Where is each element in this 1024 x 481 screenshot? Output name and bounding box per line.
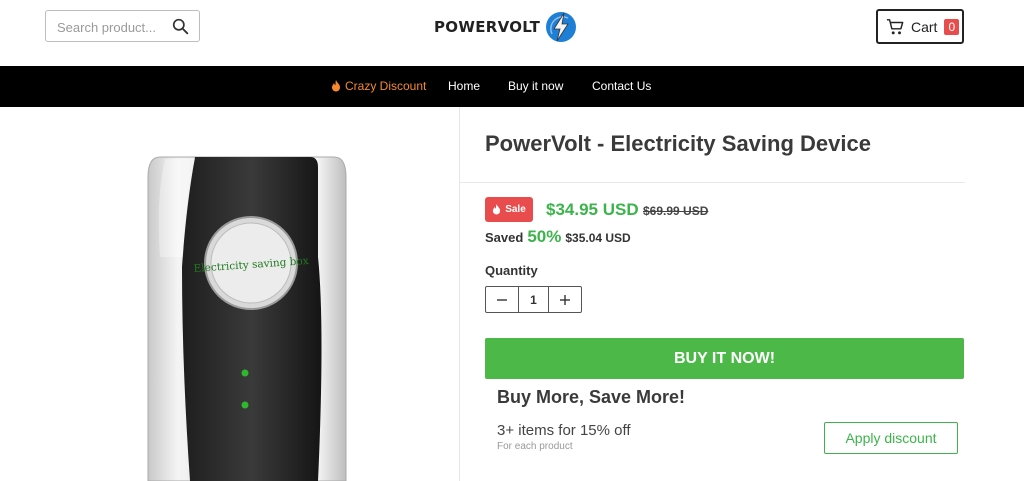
bundle-title: Buy More, Save More! xyxy=(497,387,686,407)
title-divider xyxy=(460,182,965,183)
site-logo[interactable]: POWERVOLT xyxy=(434,8,578,46)
quantity-decrement-button[interactable] xyxy=(486,287,518,312)
fire-icon xyxy=(493,204,501,215)
quantity-label: Quantity xyxy=(485,263,538,278)
site-header: POWERVOLT Cart 0 xyxy=(0,0,1024,66)
current-price: $34.95 USD xyxy=(546,200,639,219)
column-divider xyxy=(459,107,460,481)
search-input[interactable] xyxy=(57,17,167,37)
buy-it-now-button[interactable]: BUY IT NOW! xyxy=(485,338,964,379)
quantity-stepper: 1 xyxy=(485,286,582,313)
nav-item-home[interactable]: Home xyxy=(448,79,480,93)
product-title: PowerVolt - Electricity Saving Device xyxy=(485,131,871,156)
cart-button[interactable]: Cart 0 xyxy=(876,9,964,44)
product-image[interactable]: Electricity saving box xyxy=(0,107,460,481)
main-nav: Crazy Discount Home Buy it now Contact U… xyxy=(0,66,1024,107)
nav-item-buy-it-now[interactable]: Buy it now xyxy=(508,79,563,93)
cart-count-badge: 0 xyxy=(944,18,960,35)
minus-icon xyxy=(497,298,507,301)
saved-label: Saved xyxy=(485,230,524,245)
saved-amount: $35.04 USD xyxy=(565,231,631,245)
bundle-offer-subtext: For each product xyxy=(497,441,573,452)
search-box[interactable] xyxy=(45,10,200,42)
logo-text: POWERVOLT xyxy=(434,18,541,36)
original-price: $69.99 USD xyxy=(643,204,709,218)
plus-icon xyxy=(560,294,570,305)
quantity-input[interactable]: 1 xyxy=(518,287,549,312)
sale-badge-label: Sale xyxy=(505,204,526,215)
sale-badge: Sale xyxy=(485,197,533,222)
quantity-increment-button[interactable] xyxy=(549,287,581,312)
apply-discount-button[interactable]: Apply discount xyxy=(824,422,958,454)
bundle-offer: 3+ items for 15% off xyxy=(497,422,631,439)
fire-icon xyxy=(332,80,340,92)
nav-item-label: Crazy Discount xyxy=(345,79,427,93)
cart-icon xyxy=(886,18,904,34)
cart-label: Cart xyxy=(911,18,938,35)
savings-row: Saved 50% $35.04 USD xyxy=(485,227,631,247)
saved-percent: 50% xyxy=(527,227,562,246)
device-illustration: Electricity saving box xyxy=(147,156,347,481)
lightning-bolt-icon xyxy=(546,12,577,42)
nav-item-contact-us[interactable]: Contact Us xyxy=(592,79,651,93)
search-icon[interactable] xyxy=(172,18,189,35)
nav-item-crazy-discount[interactable]: Crazy Discount xyxy=(331,79,426,93)
